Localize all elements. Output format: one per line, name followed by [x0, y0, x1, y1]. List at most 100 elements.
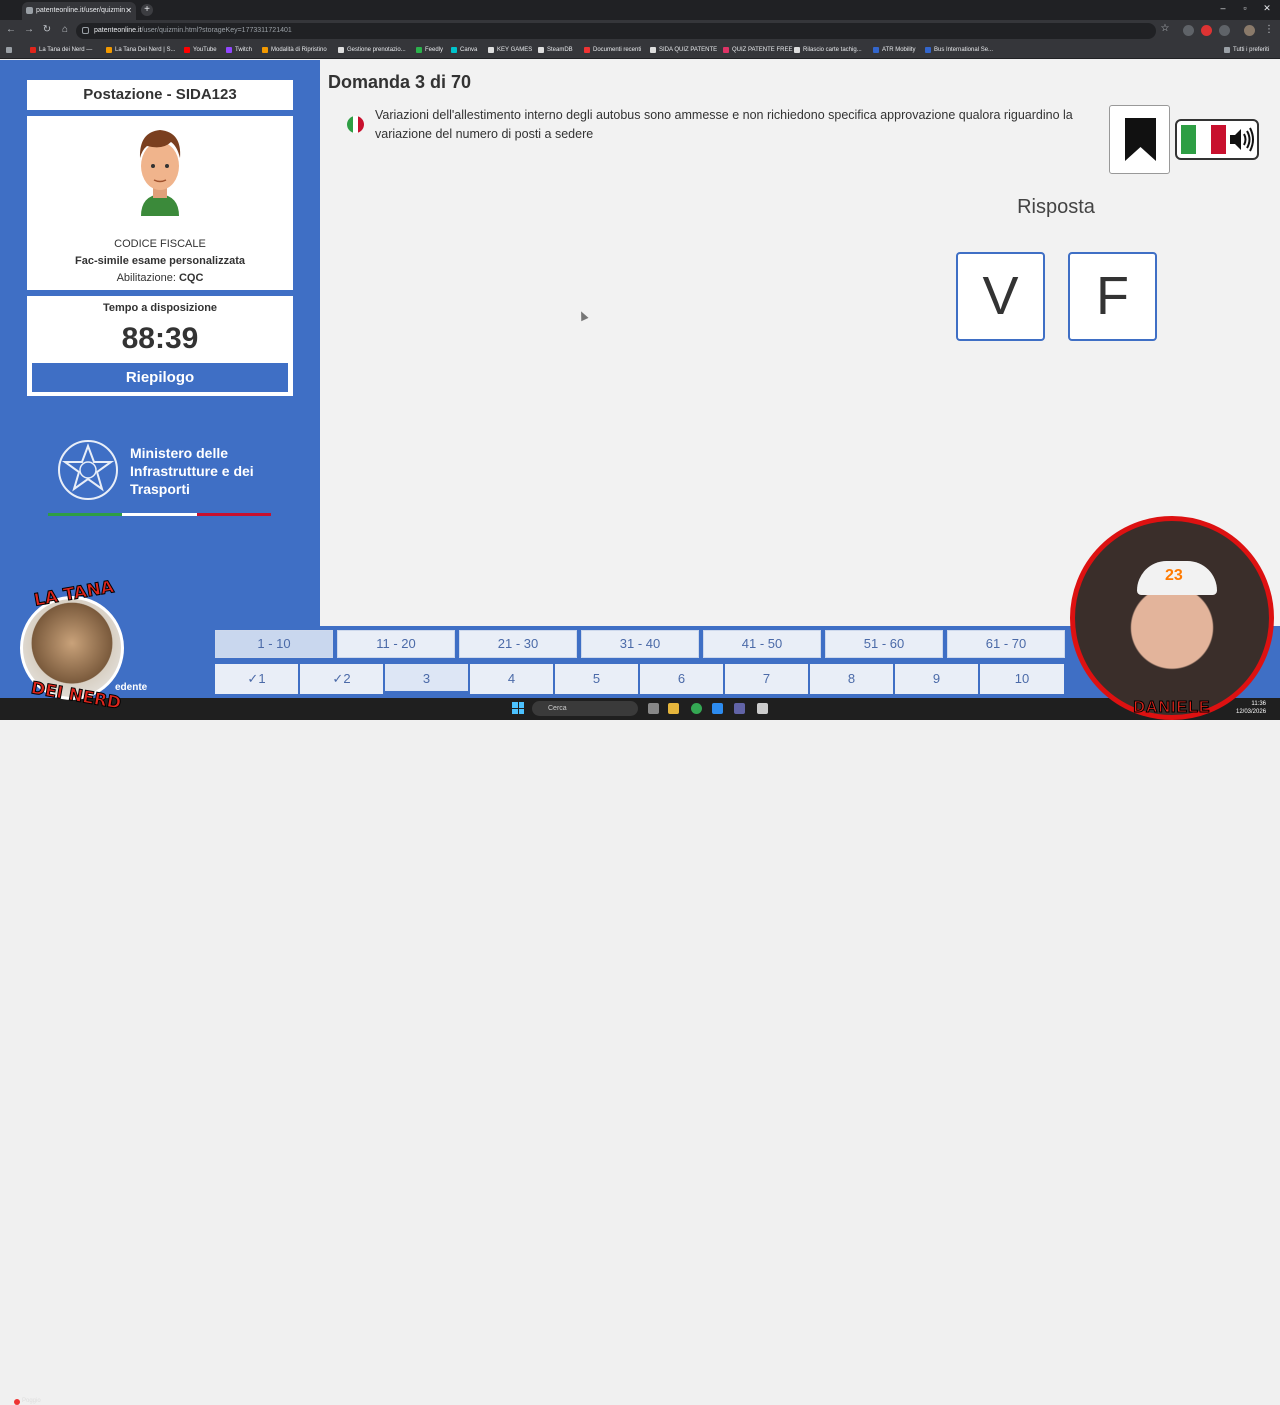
question-button[interactable]: 6 [640, 664, 723, 694]
file-explorer-icon[interactable] [668, 703, 679, 714]
menu-icon[interactable]: ⋮ [1262, 24, 1276, 35]
store-icon[interactable] [757, 703, 768, 714]
bookmark-item[interactable]: La Tana Dei Nerd | S... [106, 44, 175, 56]
back-icon[interactable]: ← [4, 24, 18, 35]
browser-tab-bar: patenteonline.it/user/quizmin ✕ + – ▫ ✕ [0, 0, 1280, 20]
bookmark-item[interactable]: KEY GAMES [488, 44, 532, 56]
bookmark-question-button[interactable] [1109, 105, 1170, 174]
url-path: /user/quizmin.html?storageKey=1773311721… [141, 27, 292, 34]
bookmark-item[interactable]: SIDA QUIZ PATENTE [650, 44, 717, 56]
streamer-name: DANIELE [1133, 699, 1211, 717]
timer-value: 88:39 [121, 322, 199, 355]
maximize-icon[interactable]: ▫ [1238, 3, 1252, 13]
bookmark-item[interactable]: Documenti recenti [584, 44, 641, 56]
question-button[interactable]: 4 [470, 664, 553, 694]
profile-avatar-icon[interactable] [1244, 25, 1255, 36]
abilitazione-value: CQC [178, 272, 204, 284]
cap: 23 [1137, 561, 1217, 595]
check-icon: ✓ [247, 671, 259, 686]
minimize-icon[interactable]: – [1216, 3, 1230, 13]
task-view-icon[interactable] [648, 703, 659, 714]
exam-type: Fac-simile esame personalizzata [75, 255, 245, 267]
italian-republic-emblem-icon [58, 440, 118, 500]
webcam-overlay: 23 [1070, 516, 1274, 720]
bookmark-item[interactable]: SteamDB [538, 44, 573, 56]
url-host: patenteonline.it [94, 27, 142, 34]
all-bookmarks-folder[interactable]: Tutti i preferiti [1224, 44, 1269, 56]
extension-icon[interactable] [1183, 25, 1194, 36]
tricolor-divider [48, 513, 271, 516]
range-tab[interactable]: 41 - 50 [703, 630, 821, 658]
abilitazione-label: Abilitazione: [116, 272, 176, 284]
timer-label: Tempo a disposizione [102, 302, 218, 314]
abilitazione: Abilitazione: CQC [27, 272, 293, 284]
site-favicon-icon [26, 7, 33, 14]
new-tab-button[interactable]: + [141, 4, 153, 16]
bookmark-item[interactable]: ATR Mobility [873, 44, 916, 56]
bookmark-item[interactable]: Canva [451, 44, 477, 56]
bookmark-item[interactable]: Feedly [416, 44, 443, 56]
question-button-current[interactable]: 3 [385, 664, 468, 694]
bookmark-item[interactable]: Rilascio carte tachig... [794, 44, 862, 56]
bookmarks-bar: La Tana dei Nerd — La Tana Dei Nerd | S.… [0, 42, 1280, 59]
codice-fiscale-label: CODICE FISCALE [114, 238, 206, 250]
bookmark-item[interactable]: La Tana dei Nerd — [30, 44, 92, 56]
question-button[interactable]: 7 [725, 664, 808, 694]
range-tab[interactable]: 1 - 10 [215, 630, 333, 658]
question-button[interactable]: 8 [810, 664, 893, 694]
system-clock[interactable]: 11:36 12/03/2026 [1236, 700, 1266, 716]
teams-icon[interactable] [734, 703, 745, 714]
bookmark-item[interactable]: Gestione prenotazio... [338, 44, 406, 56]
chrome-icon[interactable] [691, 703, 702, 714]
notification-area: Poggio [14, 1398, 41, 1405]
question-button-answered[interactable]: ✓1 [215, 664, 298, 694]
summary-button[interactable]: Riepilogo [32, 363, 288, 392]
home-icon[interactable]: ⌂ [58, 24, 72, 35]
star-icon[interactable]: ☆ [1158, 23, 1172, 34]
reload-icon[interactable]: ↻ [40, 24, 54, 35]
bookmark-icon [1125, 118, 1156, 161]
close-window-icon[interactable]: ✕ [1260, 3, 1274, 14]
question-button[interactable]: 5 [555, 664, 638, 694]
site-info-icon[interactable] [82, 27, 89, 34]
timer-card: Tempo a disposizione 88:39 Riepilogo [27, 296, 293, 396]
mouse-cursor-icon [577, 309, 589, 322]
range-tab[interactable]: 51 - 60 [825, 630, 943, 658]
answer-true-button[interactable]: V [956, 252, 1045, 341]
address-bar[interactable]: patenteonline.it/user/quizmin.html?stora… [76, 23, 1156, 39]
extension-icon[interactable] [1201, 25, 1212, 36]
question-button-answered[interactable]: ✓2 [300, 664, 383, 694]
channel-logo: LA TANA DEI NERD [8, 577, 136, 718]
extensions-puzzle-icon[interactable] [1219, 25, 1230, 36]
answer-false-button[interactable]: F [1068, 252, 1157, 341]
question-button[interactable]: 9 [895, 664, 978, 694]
speaker-icon [1181, 125, 1254, 154]
bookmark-item[interactable]: QUIZ PATENTE FREE [723, 44, 792, 56]
question-text: Variazioni dell'allestimento interno deg… [375, 108, 1073, 141]
range-tab[interactable]: 21 - 30 [459, 630, 577, 658]
windows-taskbar: Poggio Cerca 11:36 12/03/2026 [0, 698, 1280, 1405]
italian-flag-icon [347, 116, 364, 133]
browser-toolbar: ← → ↻ ⌂ patenteonline.it/user/quizmin.ht… [0, 20, 1280, 42]
bookmark-item[interactable]: Bus International Se... [925, 44, 993, 56]
range-tab[interactable]: 11 - 20 [337, 630, 455, 658]
browser-tab[interactable]: patenteonline.it/user/quizmin ✕ [22, 2, 136, 20]
range-tab[interactable]: 31 - 40 [581, 630, 699, 658]
audio-italian-button[interactable] [1175, 119, 1259, 160]
taskbar-search[interactable]: Cerca [532, 701, 638, 716]
station-title: Postazione - SIDA123 [27, 80, 293, 110]
range-tab[interactable]: 61 - 70 [947, 630, 1065, 658]
profile-card: CODICE FISCALE Fac-simile esame personal… [27, 116, 293, 290]
question-button[interactable]: 10 [980, 664, 1064, 694]
forward-icon[interactable]: → [22, 24, 36, 35]
sidebar: Postazione - SIDA123 CODICE FISCALE Fac-… [0, 60, 320, 626]
bookmark-item[interactable]: Twitch [226, 44, 252, 56]
bookmark-item[interactable]: YouTube [184, 44, 217, 56]
edge-icon[interactable] [712, 703, 723, 714]
start-menu-icon[interactable] [512, 702, 524, 714]
close-tab-icon[interactable]: ✕ [125, 2, 132, 20]
avatar [139, 130, 181, 216]
bookmark-item[interactable]: Modalità di Ripristino [262, 44, 327, 56]
answer-heading: Risposta [1017, 196, 1095, 218]
ministry-name: Ministero delle Infrastrutture e dei Tra… [130, 445, 254, 497]
